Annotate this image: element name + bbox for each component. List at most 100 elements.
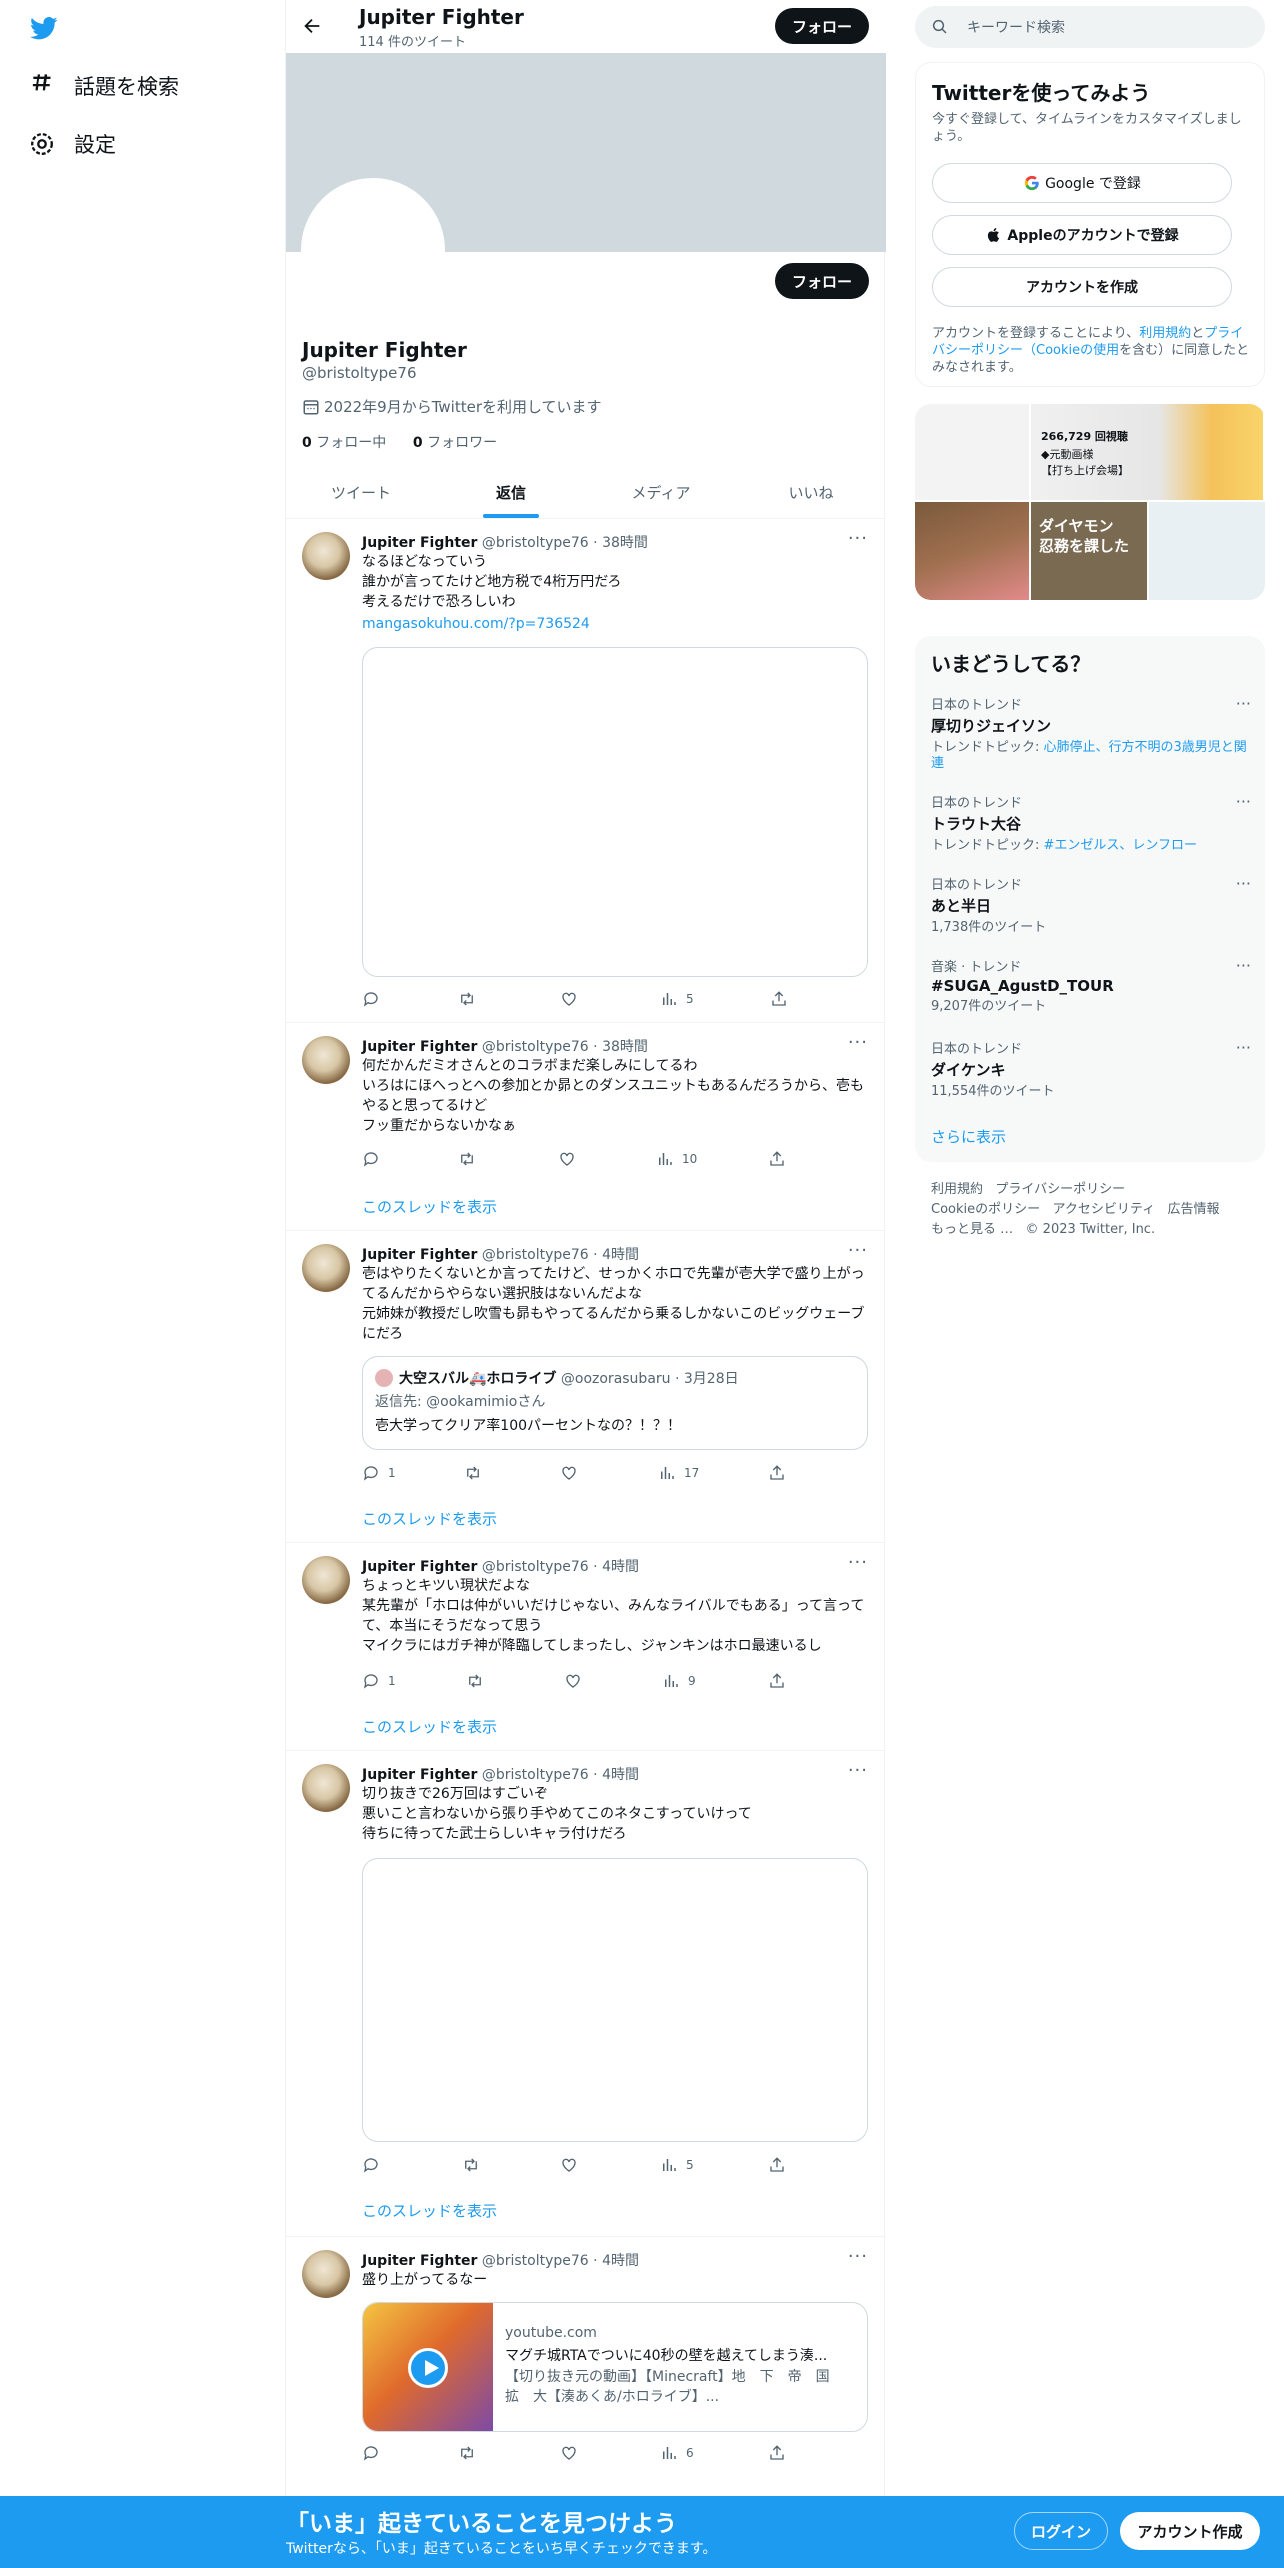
footer-tos-link[interactable]: 利用規約 [931,1182,983,1197]
media-thumb[interactable] [1149,502,1265,600]
profile-avatar[interactable] [301,178,445,322]
nav-item-settings[interactable]: 設定 [28,124,116,164]
views-button[interactable]: 5 [660,2156,694,2174]
more-icon[interactable]: ··· [848,1032,868,1053]
tweet[interactable]: Jupiter Fighter @bristoltype76 · 4時間 ···… [286,2238,886,2496]
like-button[interactable] [564,1672,590,1690]
tab-replies[interactable]: 返信 [436,466,586,518]
nav-item-explore[interactable]: 話題を検索 [28,66,179,106]
tweet-author[interactable]: Jupiter Fighter [362,1039,477,1055]
profile-follow-button[interactable]: フォロー [775,263,869,299]
trend-item[interactable]: 音楽 · トレンド #SUGA_AgustD_TOUR 9,207件のツイート … [931,956,1251,1015]
share-button[interactable] [770,990,796,1008]
tweet[interactable]: Jupiter Fighter @bristoltype76 · 4時間 ···… [286,1752,886,2237]
trend-item[interactable]: 日本のトレンド あと半日 1,738件のツイート ··· [931,874,1251,936]
more-icon[interactable]: ··· [848,1240,868,1261]
more-icon[interactable]: ··· [1236,792,1251,811]
reply-button[interactable] [362,2156,388,2174]
signup-button[interactable]: アカウント作成 [1120,2512,1260,2550]
tweet-link[interactable]: mangasokuhou.com/?p=736524 [362,614,872,634]
share-button[interactable] [768,1464,794,1482]
views-button[interactable]: 17 [658,1464,699,1482]
show-thread-link[interactable]: このスレッドを表示 [362,2200,497,2221]
more-icon[interactable]: ··· [1236,874,1251,893]
avatar[interactable] [302,1244,350,1292]
retweet-button[interactable] [466,1672,492,1690]
media-thumb[interactable] [915,404,1029,500]
retweet-button[interactable] [464,1464,490,1482]
reply-button[interactable] [362,990,388,1008]
reply-button[interactable] [362,2444,388,2462]
like-button[interactable] [560,2156,586,2174]
views-button[interactable]: 6 [660,2444,694,2462]
tweet-author[interactable]: Jupiter Fighter [362,535,477,551]
show-thread-link[interactable]: このスレッドを表示 [362,1508,497,1529]
more-icon[interactable]: ··· [848,1760,868,1781]
tweet[interactable]: Jupiter Fighter @bristoltype76 · 38時間 ··… [286,1024,886,1231]
share-button[interactable] [768,1672,794,1690]
more-icon[interactable]: ··· [848,2246,868,2267]
avatar[interactable] [302,2250,350,2298]
retweet-button[interactable] [462,2156,488,2174]
quoted-tweet[interactable]: 大空スバル🚑ホロライブ @oozorasubaru · 3月28日 返信先: @… [362,1356,868,1450]
share-button[interactable] [768,2156,794,2174]
tweet[interactable]: Jupiter Fighter @bristoltype76 · 38時間 ··… [286,520,886,1023]
twitter-logo-icon[interactable] [28,14,60,42]
footer-more-link[interactable]: もっと見る … [931,1222,1013,1237]
tweet[interactable]: Jupiter Fighter @bristoltype76 · 4時間 ···… [286,1232,886,1543]
media-thumb[interactable] [915,502,1029,600]
more-icon[interactable]: ··· [1236,694,1251,713]
like-button[interactable] [560,2444,586,2462]
search-box[interactable]: キーワード検索 [915,6,1265,48]
trend-item[interactable]: 日本のトレンド 厚切りジェイソン トレンドトピック: 心肺停止、行方不明の3歳男… [931,694,1251,772]
media-grid[interactable]: 266,729 回視聴 ◆元動画様 【打ち上げ会場】 ダイヤモン 忍務を課した [915,404,1265,600]
tweet-media[interactable] [362,1858,868,2142]
tweet-author[interactable]: Jupiter Fighter [362,1767,477,1783]
retweet-button[interactable] [458,2444,484,2462]
views-button[interactable]: 5 [660,990,694,1008]
tweet-author[interactable]: Jupiter Fighter [362,2253,477,2269]
trend-item[interactable]: 日本のトレンド ダイケンキ 11,554件のツイート ··· [931,1038,1251,1100]
footer-cookie-link[interactable]: Cookieのポリシー [931,1202,1040,1217]
avatar[interactable] [302,532,350,580]
trend-topic-link[interactable]: #エンゼルス、レンフロー [1044,838,1198,853]
avatar[interactable] [302,1036,350,1084]
tab-media[interactable]: メディア [586,466,736,518]
more-icon[interactable]: ··· [848,528,868,549]
create-account-button[interactable]: アカウントを作成 [932,267,1232,307]
reply-button[interactable] [362,1150,388,1168]
login-button[interactable]: ログイン [1014,2512,1108,2550]
reply-button[interactable]: 1 [362,1672,396,1690]
more-icon[interactable]: ··· [848,1552,868,1573]
show-thread-link[interactable]: このスレッドを表示 [362,1196,497,1217]
like-button[interactable] [560,990,586,1008]
like-button[interactable] [560,1464,586,1482]
link-card[interactable]: youtube.com マグチ城RTAでついに40秒の壁を越えてしまう湊... … [362,2302,868,2432]
apple-signup-button[interactable]: Appleのアカウントで登録 [932,215,1232,255]
tweet-media[interactable] [362,647,868,977]
reply-button[interactable]: 1 [362,1464,396,1482]
trend-item[interactable]: 日本のトレンド トラウト大谷 トレンドトピック: #エンゼルス、レンフロー ··… [931,792,1251,854]
header-follow-button[interactable]: フォロー [775,8,869,44]
tweet-author[interactable]: Jupiter Fighter [362,1559,477,1575]
media-thumb[interactable]: 266,729 回視聴 ◆元動画様 【打ち上げ会場】 [1031,404,1263,500]
share-button[interactable] [768,2444,794,2462]
tab-likes[interactable]: いいね [736,466,886,518]
share-button[interactable] [768,1150,794,1168]
views-button[interactable]: 9 [662,1672,696,1690]
media-thumb[interactable]: ダイヤモン 忍務を課した [1031,502,1147,600]
tweet[interactable]: Jupiter Fighter @bristoltype76 · 4時間 ···… [286,1544,886,1751]
retweet-button[interactable] [458,990,484,1008]
following-link[interactable]: 0 フォロー中 [302,435,386,451]
more-icon[interactable]: ··· [1236,956,1251,975]
followers-link[interactable]: 0 フォロワー [413,435,497,451]
footer-accessibility-link[interactable]: アクセシビリティ [1053,1202,1156,1217]
show-thread-link[interactable]: このスレッドを表示 [362,1716,497,1737]
retweet-button[interactable] [458,1150,484,1168]
views-button[interactable]: 10 [656,1150,697,1168]
google-signup-button[interactable]: Google で登録 [932,163,1232,203]
avatar[interactable] [302,1764,350,1812]
show-more-link[interactable]: さらに表示 [931,1126,1006,1147]
avatar[interactable] [302,1556,350,1604]
tab-tweets[interactable]: ツイート [286,466,436,518]
